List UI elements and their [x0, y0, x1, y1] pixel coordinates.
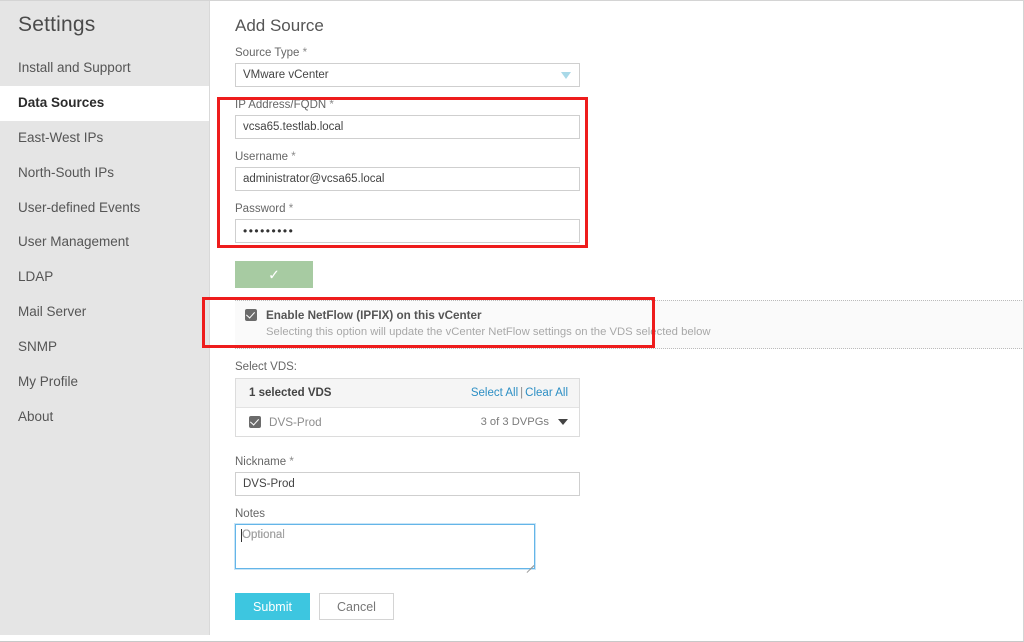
ip-address-label-text: IP Address/FQDN: [235, 99, 326, 111]
password-input[interactable]: [235, 219, 580, 243]
clear-all-link[interactable]: Clear All: [525, 387, 568, 399]
text-cursor: [241, 529, 242, 542]
netflow-texts: Enable NetFlow (IPFIX) on this vCenter S…: [266, 309, 711, 339]
sidebar-item-east-west-ips[interactable]: East-West IPs: [0, 121, 209, 156]
link-separator: |: [520, 387, 523, 399]
vds-dvpg-count: 3 of 3 DVPGs: [481, 416, 549, 428]
nickname-field: Nickname *: [235, 456, 580, 496]
sidebar-item-user-management[interactable]: User Management: [0, 225, 209, 260]
select-vds-block: Select VDS: 1 selected VDS Select All|Cl…: [235, 361, 580, 437]
check-icon: ✓: [268, 267, 280, 281]
enable-netflow-label: Enable NetFlow (IPFIX) on this vCenter: [266, 309, 711, 322]
form-actions: Submit Cancel: [235, 593, 580, 620]
password-label-text: Password: [235, 203, 286, 215]
enable-netflow-checkbox[interactable]: [245, 309, 257, 321]
password-label: Password *: [235, 203, 580, 215]
page-title: Add Source: [211, 1, 1023, 36]
ip-address-field: IP Address/FQDN *: [235, 99, 580, 139]
lower-form: Nickname * Notes Optional Su: [235, 456, 580, 620]
vds-list-item[interactable]: DVS-Prod 3 of 3 DVPGs: [236, 408, 579, 436]
select-all-link[interactable]: Select All: [471, 387, 518, 399]
nickname-label-text: Nickname: [235, 456, 286, 468]
notes-label: Notes: [235, 508, 580, 520]
username-label-text: Username: [235, 151, 288, 163]
username-required: *: [291, 151, 295, 163]
source-type-label: Source Type *: [235, 47, 580, 59]
source-type-select[interactable]: [235, 63, 580, 87]
username-field: Username *: [235, 151, 580, 191]
ip-address-required: *: [329, 99, 333, 111]
vds-item-checkbox[interactable]: [249, 416, 261, 428]
sidebar: Settings Install and Support Data Source…: [0, 1, 210, 635]
sidebar-item-ldap[interactable]: LDAP: [0, 260, 209, 295]
vds-panel: 1 selected VDS Select All|Clear All DVS-…: [235, 378, 580, 437]
sidebar-item-north-south-ips[interactable]: North-South IPs: [0, 156, 209, 191]
notes-textarea[interactable]: [235, 524, 535, 569]
cancel-button[interactable]: Cancel: [319, 593, 394, 620]
username-label: Username *: [235, 151, 580, 163]
password-field: Password *: [235, 203, 580, 243]
vds-row-left: DVS-Prod: [249, 416, 322, 429]
nickname-label: Nickname *: [235, 456, 580, 468]
vds-selected-count: 1 selected VDS: [249, 387, 331, 399]
select-vds-label: Select VDS:: [235, 361, 580, 373]
enable-netflow-description: Selecting this option will update the vC…: [266, 326, 711, 339]
source-type-field: Source Type *: [235, 47, 580, 87]
ip-address-input[interactable]: [235, 115, 580, 139]
sidebar-item-user-defined-events[interactable]: User-defined Events: [0, 191, 209, 226]
ip-address-label: IP Address/FQDN *: [235, 99, 580, 111]
notes-wrap: Optional: [235, 524, 537, 569]
netflow-row: Enable NetFlow (IPFIX) on this vCenter S…: [245, 309, 1024, 339]
source-type-required: *: [303, 47, 307, 59]
sidebar-item-data-sources[interactable]: Data Sources: [0, 86, 209, 121]
sidebar-item-about[interactable]: About: [0, 400, 209, 435]
add-source-form: Source Type * IP Address/FQDN * Username: [235, 47, 580, 293]
sidebar-item-mail-server[interactable]: Mail Server: [0, 295, 209, 330]
sidebar-item-snmp[interactable]: SNMP: [0, 330, 209, 365]
sidebar-title: Settings: [0, 1, 209, 51]
username-input[interactable]: [235, 167, 580, 191]
vds-header-links: Select All|Clear All: [471, 387, 568, 399]
vds-panel-header: 1 selected VDS Select All|Clear All: [236, 379, 579, 408]
settings-page: Settings Install and Support Data Source…: [0, 0, 1024, 642]
content-area: Add Source Source Type * IP Address/FQDN…: [211, 1, 1023, 641]
submit-button[interactable]: Submit: [235, 593, 310, 620]
sidebar-item-my-profile[interactable]: My Profile: [0, 365, 209, 400]
nickname-required: *: [289, 456, 293, 468]
verify-credentials-button[interactable]: ✓: [235, 261, 313, 288]
source-type-select-wrap[interactable]: [235, 63, 580, 87]
password-required: *: [289, 203, 293, 215]
notes-field: Notes Optional: [235, 508, 580, 569]
nickname-input[interactable]: [235, 472, 580, 496]
chevron-down-icon[interactable]: [558, 419, 568, 425]
vds-row-right: 3 of 3 DVPGs: [481, 416, 568, 428]
sidebar-item-install-and-support[interactable]: Install and Support: [0, 51, 209, 86]
vds-item-name: DVS-Prod: [269, 416, 322, 429]
netflow-banner: Enable NetFlow (IPFIX) on this vCenter S…: [235, 300, 1024, 349]
source-type-label-text: Source Type: [235, 47, 299, 59]
